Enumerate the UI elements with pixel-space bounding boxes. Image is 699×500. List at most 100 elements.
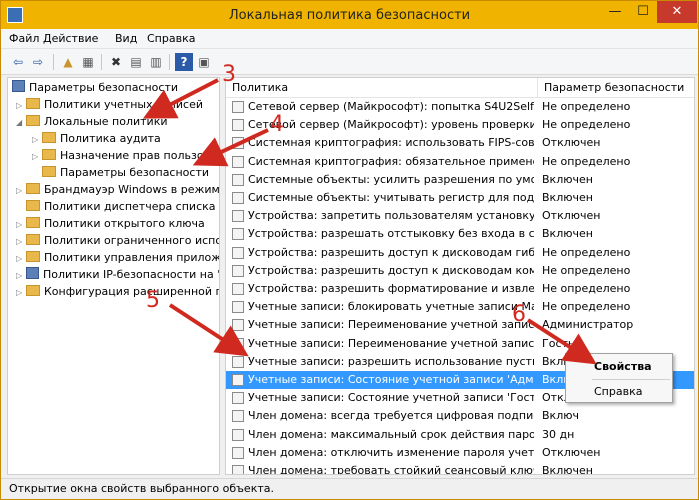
tree-item-firewall[interactable]: ▷Брандмауэр Windows в режиме пов [16,181,219,199]
expand-icon[interactable]: ▷ [16,97,26,114]
table-row[interactable]: Учетные записи: Переименование учетной з… [226,316,694,334]
policy-icon [232,137,244,150]
policy-icon [232,465,244,474]
menu-action[interactable]: Действие [43,32,98,45]
policy-icon [232,337,244,350]
table-row[interactable]: Системные объекты: усилить разрешения по… [226,171,694,189]
policy-name: Системные объекты: усилить разрешения по… [248,172,534,186]
table-row[interactable]: Учетные записи: Переименование учетной з… [226,335,694,353]
policy-icon [232,246,244,259]
policy-name: Член домена: максимальный срок действия … [248,427,534,441]
help-icon[interactable]: ? [175,53,193,71]
tree-pane: Параметры безопасности ▷ Политики учетных… [7,77,220,475]
forward-icon[interactable]: ⇨ [29,53,47,71]
tree-item-security-options[interactable]: Параметры безопасности [32,164,209,181]
tree-item-app-control[interactable]: ▷Политики управления приложения [16,249,219,267]
menu-view[interactable]: Вид [115,32,137,45]
table-row[interactable]: Системные объекты: учитывать регистр для… [226,189,694,207]
security-settings-icon [12,80,25,92]
table-row[interactable]: Системная криптография: использовать FIP… [226,134,694,152]
minimize-button[interactable]: — [601,1,629,23]
policy-setting: Включен [542,227,593,241]
tree-item-audit-policy[interactable]: ▷ Политика аудита [32,130,161,147]
expand-icon[interactable]: ▷ [32,131,42,148]
column-header-setting[interactable]: Параметр безопасности [538,78,694,98]
table-row[interactable]: Устройства: разрешать отстыковку без вхо… [226,225,694,243]
tree-item-public-key[interactable]: ▷ Политики открытого ключа [16,215,205,232]
table-row[interactable]: Сетевой сервер (Майкрософт): попытка S4U… [226,98,694,116]
policy-icon [232,446,244,459]
table-row[interactable]: Член домена: отключить изменение пароля … [226,444,694,462]
policy-name: Системные объекты: учитывать регистр для… [248,191,534,204]
tree-item-software-restriction[interactable]: ▷Политики ограниченного использо [16,232,219,250]
tree-item-account-policies[interactable]: ▷ Политики учетных записей [16,96,203,113]
properties-icon[interactable]: ▤ [127,53,145,71]
policy-setting: Не определено [542,154,631,168]
table-row[interactable]: Устройства: разрешить доступ к дисковода… [226,262,694,280]
policy-name: Сетевой сервер (Майкрософт): попытка S4U… [248,100,534,113]
show-hide-tree-icon[interactable]: ▦ [79,53,97,71]
expand-icon[interactable]: ▷ [16,250,26,267]
table-row[interactable]: Сетевой сервер (Майкрософт): уровень про… [226,116,694,134]
folder-icon [42,149,56,160]
policy-name: Учетные записи: Состояние учетной записи… [248,373,534,386]
toolbar-separator [101,54,102,70]
folder-icon [26,200,40,211]
policy-icon [232,192,244,204]
policy-setting: Включен [542,191,593,204]
policy-icon [232,228,244,241]
annotation-number-5: 5 [146,288,160,313]
maximize-button[interactable]: ☐ [629,1,657,23]
tree-item-user-rights[interactable]: ▷Назначение прав пользователя [32,147,219,165]
tree-item-ipsec[interactable]: ▷Политики IP-безопасности на "Лока [16,266,219,284]
delete-icon[interactable]: ✖ [107,53,125,71]
policy-icon [232,283,244,295]
policy-icon [232,374,244,386]
table-row[interactable]: Устройства: разрешить форматирование и и… [226,280,694,298]
annotation-number-3: 3 [222,62,236,87]
folder-icon [26,251,40,262]
table-row[interactable]: Устройства: разрешить доступ к дисковода… [226,244,694,262]
expand-icon[interactable]: ▷ [16,216,26,233]
menu-help[interactable]: Справка [147,32,195,45]
policy-setting: Не определено [542,263,631,277]
table-row[interactable]: Член домена: максимальный срок действия … [226,426,694,444]
policy-name: Системная криптография: использовать FIP… [248,136,534,150]
up-folder-icon[interactable]: ▲ [59,53,77,71]
back-icon[interactable]: ⇦ [9,53,27,71]
table-row[interactable]: Член домена: требовать стойкий сеансовый… [226,462,694,474]
main-window: Локальная политика безопасности — ☐ ✕ Фа… [0,0,699,500]
table-row[interactable]: Системная криптография: обязательное при… [226,153,694,171]
context-menu-properties[interactable]: Свойства [566,356,672,378]
table-row[interactable]: Устройства: запретить пользователям уста… [226,207,694,225]
policy-name: Учетные записи: разрешить использование … [248,354,534,368]
collapse-icon[interactable]: ◢ [16,114,26,131]
column-header-policy[interactable]: Политика [226,78,538,98]
expand-icon[interactable]: ▷ [16,284,26,301]
tree-root[interactable]: Параметры безопасности [12,79,178,96]
policy-setting: Не определено [542,300,631,314]
folder-icon [26,285,40,296]
export-list-icon[interactable]: ▥ [147,53,165,71]
policy-name: Устройства: разрешить доступ к дисковода… [248,263,534,277]
menu-file[interactable]: Файл [9,32,39,45]
expand-icon[interactable]: ▷ [16,233,26,250]
tree-item-advanced-audit[interactable]: ▷Конфигурация расширенной полит [16,283,219,301]
expand-icon[interactable]: ▷ [32,148,42,165]
tree-item-network-list[interactable]: Политики диспетчера списка сетей [16,198,219,215]
expand-icon[interactable]: ▷ [16,182,26,199]
expand-icon[interactable]: ▷ [16,267,26,284]
table-row[interactable]: Учетные записи: блокировать учетные запи… [226,298,694,316]
table-row[interactable]: Член домена: всегда требуется цифровая п… [226,407,694,425]
close-button[interactable]: ✕ [657,1,697,23]
action-pane-icon[interactable]: ▣ [195,53,213,71]
toolbar: ⇦ ⇨ ▲ ▦ ✖ ▤ ▥ ? ▣ [1,49,698,75]
window-title: Локальная политика безопасности [228,8,471,23]
policy-icon [232,264,244,277]
tree-item-local-policies[interactable]: ◢ Локальные политики [16,113,168,130]
context-menu-help[interactable]: Справка [566,381,672,403]
policy-name: Системная криптография: обязательное при… [248,154,534,168]
context-menu-separator [592,379,670,380]
title-bar[interactable]: Локальная политика безопасности — ☐ ✕ [1,1,698,29]
annotation-number-4: 4 [270,112,284,137]
